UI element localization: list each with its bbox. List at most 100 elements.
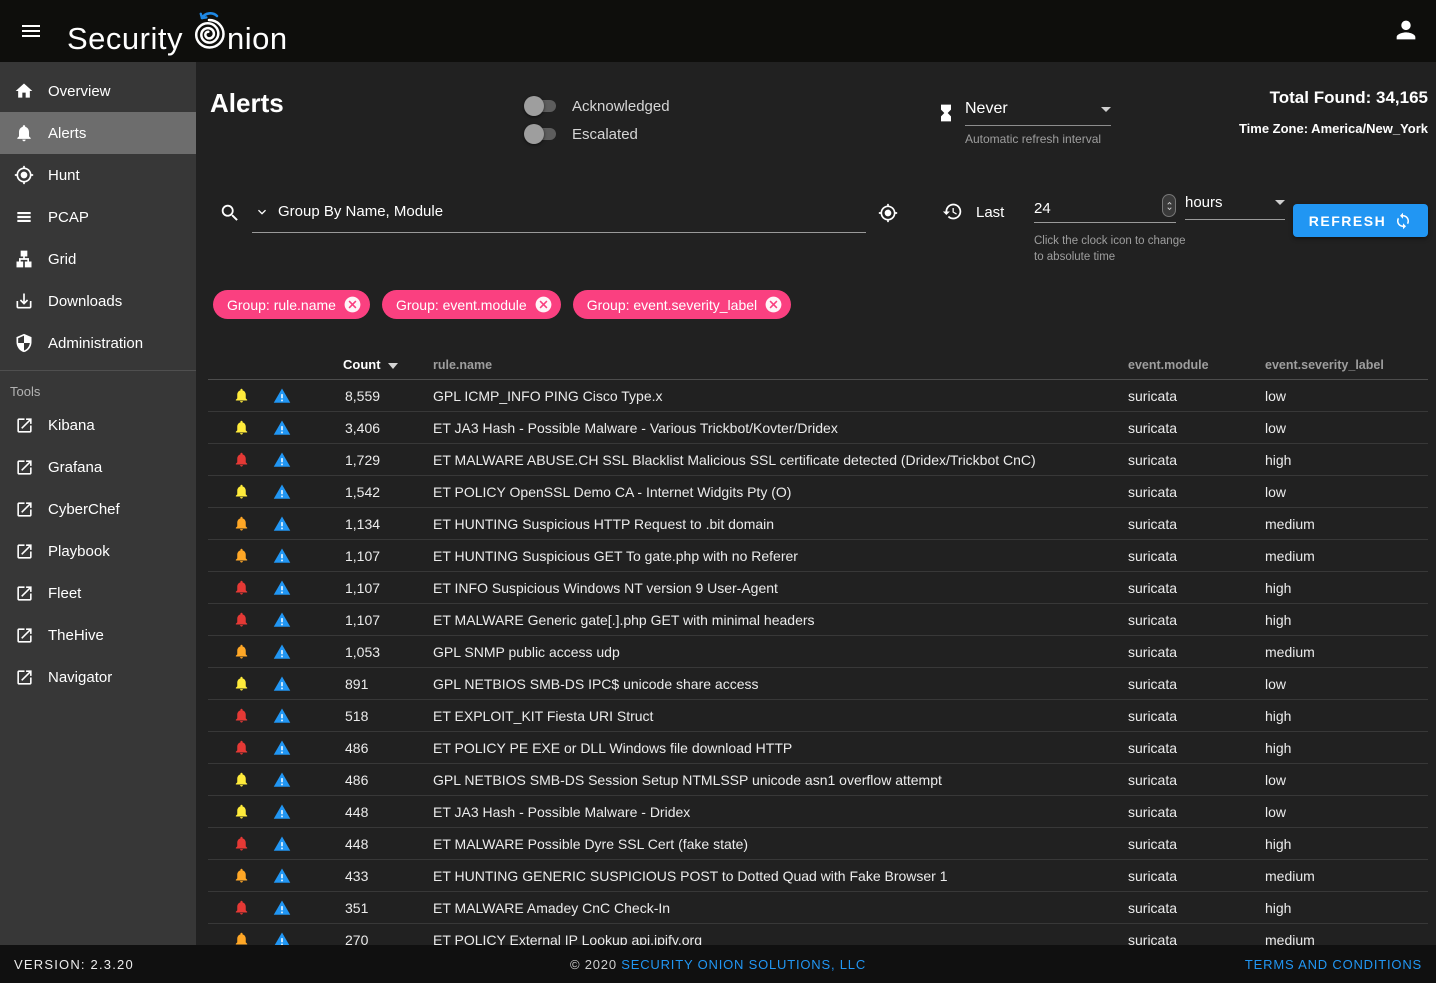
sidebar-tool-grafana[interactable]: Grafana	[0, 446, 196, 488]
alert-rule-name[interactable]: ET POLICY OpenSSL Demo CA - Internet Wid…	[433, 476, 791, 508]
acknowledge-bell-icon[interactable]	[233, 828, 250, 860]
sidebar-tool-kibana[interactable]: Kibana	[0, 404, 196, 446]
alert-module[interactable]: suricata	[1128, 732, 1177, 764]
acknowledge-bell-icon[interactable]	[233, 380, 250, 412]
alert-severity[interactable]: low	[1265, 796, 1286, 828]
acknowledge-bell-icon[interactable]	[233, 764, 250, 796]
alert-count[interactable]: 518	[345, 700, 368, 732]
chip-group-rule-name[interactable]: Group: rule.name	[213, 290, 370, 319]
acknowledge-bell-icon[interactable]	[233, 412, 250, 444]
acknowledge-bell-icon[interactable]	[233, 700, 250, 732]
chip-group-severity-label[interactable]: Group: event.severity_label	[573, 290, 791, 319]
search-history-chevron-icon[interactable]	[254, 204, 270, 225]
escalate-warning-icon[interactable]	[273, 892, 291, 924]
alert-rule-name[interactable]: ET MALWARE Generic gate[.].php GET with …	[433, 604, 815, 636]
alert-severity[interactable]: low	[1265, 764, 1286, 796]
alert-severity[interactable]: medium	[1265, 860, 1315, 892]
column-header-count[interactable]: Count	[343, 357, 398, 372]
chip-close-icon[interactable]	[534, 295, 553, 314]
alert-severity[interactable]: high	[1265, 572, 1291, 604]
sidebar-tool-navigator[interactable]: Navigator	[0, 656, 196, 698]
alert-rule-name[interactable]: ET EXPLOIT_KIT Fiesta URI Struct	[433, 700, 653, 732]
sidebar-tool-thehive[interactable]: TheHive	[0, 614, 196, 656]
alert-count[interactable]: 351	[345, 892, 368, 924]
acknowledge-bell-icon[interactable]	[233, 540, 250, 572]
column-header-rule-name[interactable]: rule.name	[433, 358, 492, 372]
filter-target-icon[interactable]	[878, 203, 898, 228]
chip-group-event-module[interactable]: Group: event.module	[382, 290, 561, 319]
alert-severity[interactable]: high	[1265, 828, 1291, 860]
terms-link[interactable]: TERMS AND CONDITIONS	[1245, 957, 1422, 972]
escalate-warning-icon[interactable]	[273, 924, 291, 945]
alert-severity[interactable]: low	[1265, 476, 1286, 508]
acknowledge-bell-icon[interactable]	[233, 508, 250, 540]
alert-rule-name[interactable]: GPL SNMP public access udp	[433, 636, 620, 668]
alert-count[interactable]: 1,542	[345, 476, 380, 508]
alert-count[interactable]: 8,559	[345, 380, 380, 412]
sidebar-item-downloads[interactable]: Downloads	[0, 280, 196, 322]
refresh-button[interactable]: REFRESH	[1293, 204, 1428, 237]
relative-time-icon[interactable]	[942, 201, 963, 227]
chip-close-icon[interactable]	[343, 295, 362, 314]
acknowledge-bell-icon[interactable]	[233, 604, 250, 636]
alert-module[interactable]: suricata	[1128, 540, 1177, 572]
number-stepper-icon[interactable]	[1162, 194, 1176, 217]
alert-module[interactable]: suricata	[1128, 700, 1177, 732]
search-input[interactable]	[278, 203, 866, 220]
alert-rule-name[interactable]: GPL NETBIOS SMB-DS Session Setup NTMLSSP…	[433, 764, 942, 796]
alert-rule-name[interactable]: ET MALWARE Amadey CnC Check-In	[433, 892, 670, 924]
alert-count[interactable]: 1,729	[345, 444, 380, 476]
user-avatar-icon[interactable]	[1392, 16, 1420, 47]
alert-module[interactable]: suricata	[1128, 604, 1177, 636]
escalate-warning-icon[interactable]	[273, 508, 291, 540]
alert-rule-name[interactable]: ET INFO Suspicious Windows NT version 9 …	[433, 572, 778, 604]
alert-count[interactable]: 1,134	[345, 508, 380, 540]
alert-severity[interactable]: medium	[1265, 508, 1315, 540]
alert-count[interactable]: 1,053	[345, 636, 380, 668]
alert-count[interactable]: 448	[345, 828, 368, 860]
alert-module[interactable]: suricata	[1128, 924, 1177, 945]
sidebar-item-pcap[interactable]: PCAP	[0, 196, 196, 238]
escalate-warning-icon[interactable]	[273, 668, 291, 700]
alert-severity[interactable]: high	[1265, 892, 1291, 924]
escalate-warning-icon[interactable]	[273, 700, 291, 732]
escalate-warning-icon[interactable]	[273, 604, 291, 636]
alert-severity[interactable]: medium	[1265, 636, 1315, 668]
alert-severity[interactable]: medium	[1265, 924, 1315, 945]
alert-count[interactable]: 1,107	[345, 540, 380, 572]
acknowledge-bell-icon[interactable]	[233, 892, 250, 924]
alert-severity[interactable]: high	[1265, 732, 1291, 764]
alert-module[interactable]: suricata	[1128, 380, 1177, 412]
acknowledged-toggle[interactable]	[524, 96, 558, 116]
acknowledge-bell-icon[interactable]	[233, 636, 250, 668]
alert-module[interactable]: suricata	[1128, 796, 1177, 828]
alert-severity[interactable]: low	[1265, 668, 1286, 700]
alert-count[interactable]: 891	[345, 668, 368, 700]
alert-rule-name[interactable]: ET POLICY PE EXE or DLL Windows file dow…	[433, 732, 792, 764]
sidebar-item-administration[interactable]: Administration	[0, 322, 196, 364]
alert-rule-name[interactable]: ET JA3 Hash - Possible Malware - Dridex	[433, 796, 690, 828]
escalate-warning-icon[interactable]	[273, 860, 291, 892]
alert-severity[interactable]: low	[1265, 412, 1286, 444]
alert-module[interactable]: suricata	[1128, 412, 1177, 444]
sidebar-item-overview[interactable]: Overview	[0, 70, 196, 112]
alert-count[interactable]: 486	[345, 764, 368, 796]
sidebar-item-hunt[interactable]: Hunt	[0, 154, 196, 196]
alert-rule-name[interactable]: ET HUNTING GENERIC SUSPICIOUS POST to Do…	[433, 860, 948, 892]
alert-severity[interactable]: low	[1265, 380, 1286, 412]
time-unit-select[interactable]: hours	[1185, 194, 1285, 220]
alert-rule-name[interactable]: GPL ICMP_INFO PING Cisco Type.x	[433, 380, 663, 412]
column-header-event-module[interactable]: event.module	[1128, 358, 1209, 372]
alert-rule-name[interactable]: ET POLICY External IP Lookup api.ipify.o…	[433, 924, 702, 945]
alert-rule-name[interactable]: ET JA3 Hash - Possible Malware - Various…	[433, 412, 838, 444]
alert-rule-name[interactable]: ET HUNTING Suspicious GET To gate.php wi…	[433, 540, 798, 572]
alert-module[interactable]: suricata	[1128, 444, 1177, 476]
alert-module[interactable]: suricata	[1128, 764, 1177, 796]
escalate-warning-icon[interactable]	[273, 796, 291, 828]
acknowledge-bell-icon[interactable]	[233, 924, 250, 945]
alert-rule-name[interactable]: ET MALWARE Possible Dyre SSL Cert (fake …	[433, 828, 748, 860]
alert-count[interactable]: 433	[345, 860, 368, 892]
alert-module[interactable]: suricata	[1128, 572, 1177, 604]
alert-count[interactable]: 448	[345, 796, 368, 828]
time-range-input[interactable]	[1034, 200, 1162, 217]
